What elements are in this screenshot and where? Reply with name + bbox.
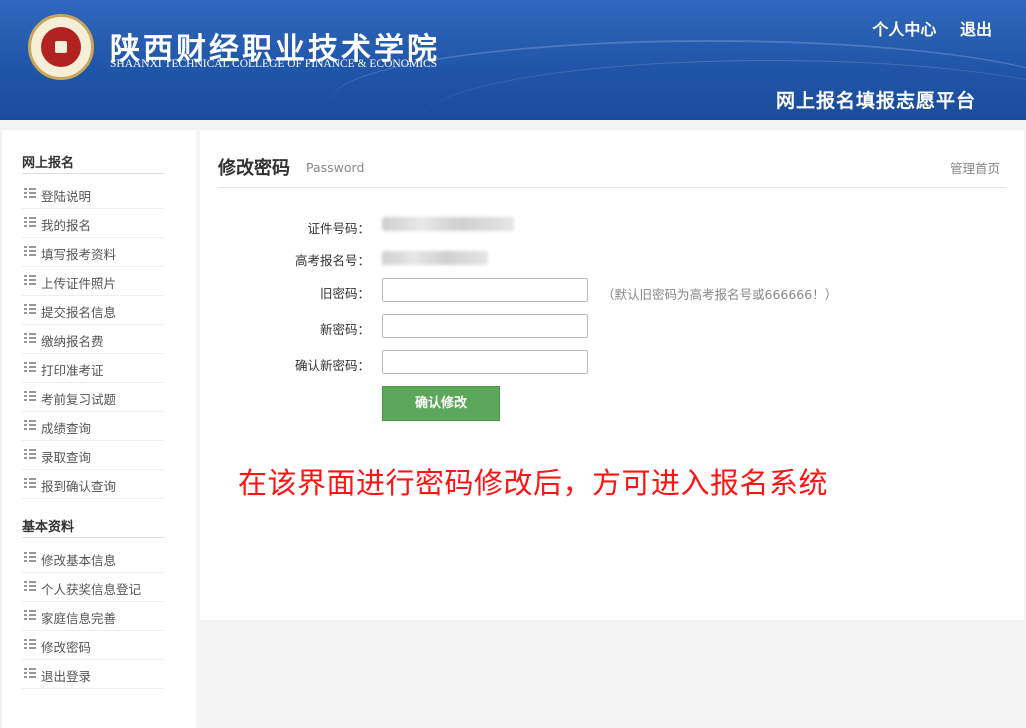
list-icon: [24, 552, 36, 562]
sidebar-section-title: 网上报名: [22, 156, 75, 171]
exam-number-value-redacted: [382, 251, 488, 265]
sidebar-item[interactable]: 提交报名信息: [22, 296, 164, 325]
school-name-en: SHAANXI TECHNICAL COLLEGE OF FINANCE & E…: [110, 58, 438, 70]
sidebar-item[interactable]: 退出登录: [22, 660, 164, 689]
sidebar-section-title: 基本资料: [22, 520, 75, 535]
sidebar-item-label: 上传证件照片: [41, 276, 117, 291]
sidebar-item-label: 考前复习试题: [41, 392, 117, 407]
site-header: 陕西财经职业技术学院 SHAANXI TECHNICAL COLLEGE OF …: [0, 0, 1026, 120]
new-password-input[interactable]: [382, 314, 588, 338]
sidebar-item[interactable]: 考前复习试题: [22, 383, 164, 412]
old-password-hint: （默认旧密码为高考报名号或666666！）: [602, 287, 838, 302]
sidebar-divider: [22, 537, 164, 538]
sidebar-item-label: 家庭信息完善: [41, 611, 117, 626]
old-password-input[interactable]: [382, 278, 588, 302]
list-icon: [24, 610, 36, 620]
sidebar-item-label: 个人获奖信息登记: [41, 582, 142, 597]
list-icon: [24, 188, 36, 198]
top-links: 个人中心 退出: [854, 16, 992, 40]
sidebar-item[interactable]: 缴纳报名费: [22, 325, 164, 354]
sidebar-item-label: 填写报考资料: [41, 247, 117, 262]
sidebar-item-label: 录取查询: [41, 450, 92, 465]
list-icon: [24, 246, 36, 256]
list-icon: [24, 304, 36, 314]
sidebar-item[interactable]: 上传证件照片: [22, 267, 164, 296]
exam-number-label: 高考报名号：: [294, 253, 370, 268]
logout-link[interactable]: 退出: [960, 20, 992, 39]
list-icon: [24, 275, 36, 285]
sidebar: 网上报名 登陆说明我的报名填写报考资料 上传证件照片 提交报名信息 缴纳报名费打印准考…: [2, 130, 196, 728]
sidebar-item-label: 修改基本信息: [41, 553, 117, 568]
sidebar-item-label: 修改密码: [41, 640, 92, 655]
main-content: 修改密码 Password 管理首页 证件号码： 高考报名号： 旧密码： （默认…: [200, 130, 1024, 620]
school-logo-icon: [28, 14, 94, 80]
confirm-password-label: 确认新密码：: [294, 358, 370, 373]
list-icon: [24, 581, 36, 591]
sidebar-item-label: 缴纳报名费: [41, 334, 104, 349]
platform-title: 网上报名填报志愿平台: [775, 90, 976, 112]
sidebar-item[interactable]: 填写报考资料: [22, 238, 164, 267]
manage-home-link[interactable]: 管理首页: [950, 158, 1000, 177]
sidebar-item[interactable]: 录取查询: [22, 441, 164, 470]
list-icon: [24, 449, 36, 459]
sidebar-item-label: 退出登录: [41, 669, 92, 684]
sidebar-item-label: 打印准考证: [41, 363, 104, 378]
page-subtitle: Password: [306, 160, 365, 175]
list-icon: [24, 420, 36, 430]
list-icon: [24, 333, 36, 343]
old-password-label: 旧密码：: [319, 286, 370, 301]
title-divider: [218, 187, 1006, 188]
sidebar-item[interactable]: 家庭信息完善: [22, 602, 164, 631]
personal-center-link[interactable]: 个人中心: [872, 20, 936, 39]
sidebar-item[interactable]: 个人获奖信息登记: [22, 573, 164, 602]
confirm-change-button[interactable]: 确认修改: [382, 386, 500, 421]
main-wrapper: 网上报名 登陆说明我的报名填写报考资料 上传证件照片 提交报名信息 缴纳报名费打印准考…: [2, 130, 1024, 728]
list-icon: [24, 217, 36, 227]
confirm-password-input[interactable]: [382, 350, 588, 374]
sidebar-item[interactable]: 修改基本信息: [22, 544, 164, 573]
sidebar-item-label: 报到确认查询: [41, 479, 117, 494]
sidebar-item[interactable]: 修改密码: [22, 631, 164, 660]
page-title: 修改密码: [218, 158, 290, 179]
list-icon: [24, 391, 36, 401]
new-password-label: 新密码：: [319, 322, 370, 337]
sidebar-item-label: 成绩查询: [41, 421, 92, 436]
sidebar-item[interactable]: 我的报名: [22, 209, 164, 238]
sidebar-item-label: 提交报名信息: [41, 305, 117, 320]
sidebar-item-label: 我的报名: [41, 218, 92, 233]
sidebar-divider: [22, 173, 164, 174]
id-number-label: 证件号码：: [307, 221, 370, 236]
list-icon: [24, 668, 36, 678]
sidebar-item-label: 登陆说明: [41, 189, 92, 204]
annotation-note: 在该界面进行密码修改后，方可进入报名系统: [238, 466, 829, 500]
list-icon: [24, 362, 36, 372]
sidebar-item[interactable]: 成绩查询: [22, 412, 164, 441]
sidebar-item[interactable]: 报到确认查询: [22, 470, 164, 499]
list-icon: [24, 639, 36, 649]
id-number-value-redacted: [382, 217, 514, 231]
list-icon: [24, 478, 36, 488]
sidebar-item[interactable]: 打印准考证: [22, 354, 164, 383]
sidebar-item[interactable]: 登陆说明: [22, 180, 164, 209]
